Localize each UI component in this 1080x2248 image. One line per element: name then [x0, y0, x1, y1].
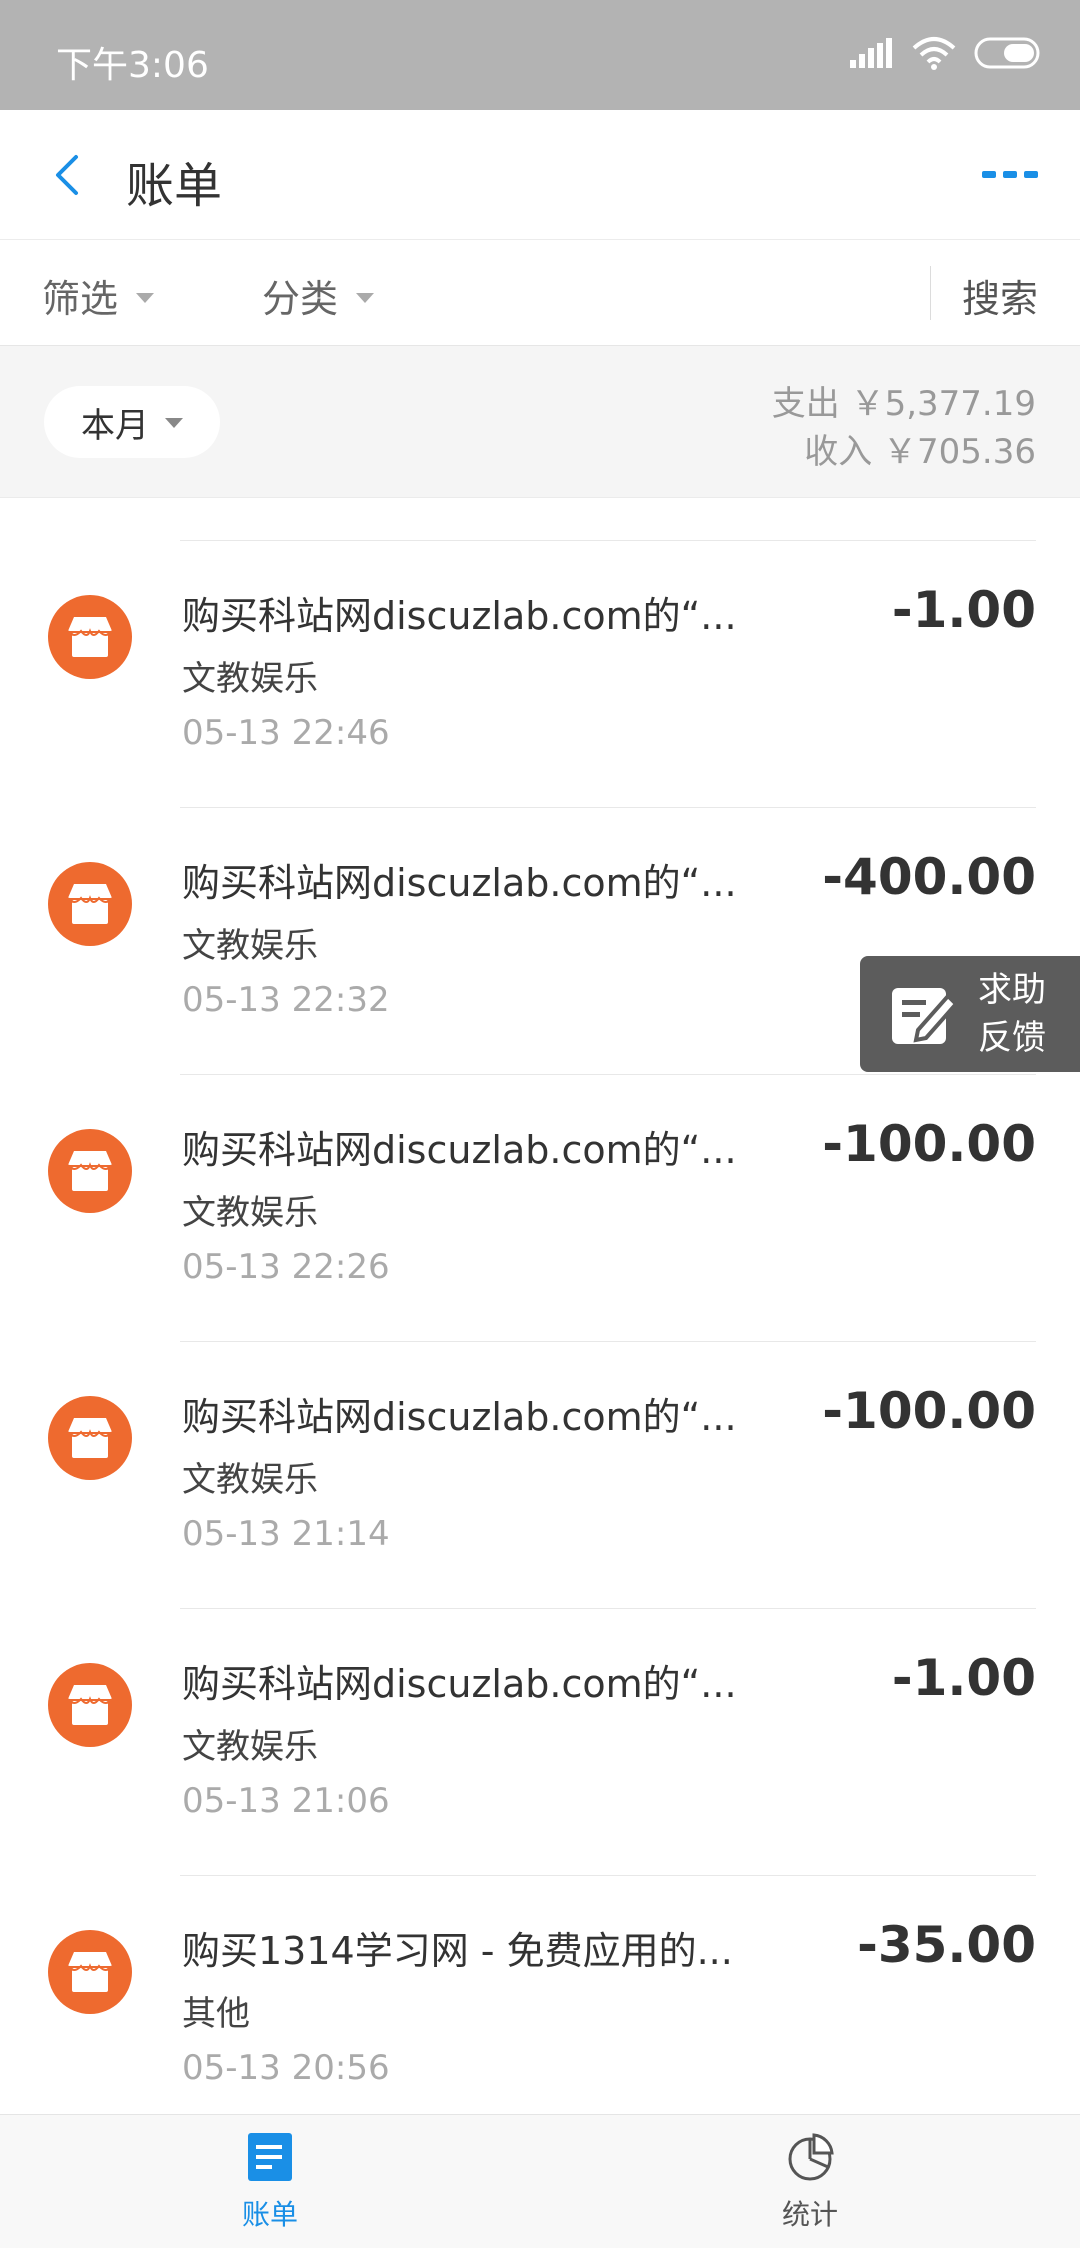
filter-label: 筛选 [42, 277, 119, 321]
help-feedback-label: 求助 反馈 [978, 966, 1046, 1062]
transaction-time: 05-13 22:26 [182, 1247, 390, 1287]
transaction-category: 文教娱乐 [182, 1193, 318, 1233]
status-time: 下午3:06 [56, 45, 209, 86]
month-summary: 本月 支出 ￥5,377.19 收入 ￥705.36 [0, 346, 1080, 498]
transaction-row[interactable]: 购买科站网discuzlab.com的“... -1.00 文教娱乐 05-13… [0, 541, 1080, 808]
transaction-time: 05-13 22:32 [182, 980, 390, 1020]
transaction-category: 文教娱乐 [182, 926, 318, 966]
store-icon [48, 1396, 132, 1480]
transaction-amount: -100.00 [822, 1115, 1036, 1173]
transaction-time: 05-13 21:14 [182, 1514, 390, 1554]
tab-bills-label: 账单 [241, 2198, 298, 2231]
month-selector[interactable]: 本月 [44, 386, 220, 458]
caret-down-icon [165, 418, 183, 428]
pie-chart-icon [788, 2133, 834, 2181]
transaction-amount: -35.00 [857, 1916, 1036, 1974]
back-arrow-icon[interactable] [40, 145, 100, 205]
transaction-name: 购买科站网discuzlab.com的“... [182, 1662, 737, 1706]
income-total: 收入 ￥705.36 [804, 432, 1036, 472]
filter-bar: 筛选 分类 搜索 [0, 240, 1080, 346]
more-icon[interactable] [980, 165, 1040, 185]
tab-stats[interactable]: 统计 [740, 2131, 880, 2233]
status-icons [850, 36, 1044, 70]
transaction-time: 05-13 22:46 [182, 713, 390, 753]
transaction-amount: -1.00 [891, 1649, 1036, 1707]
transaction-name: 购买科站网discuzlab.com的“... [182, 594, 737, 638]
transaction-category: 文教娱乐 [182, 1460, 318, 1500]
transaction-category: 文教娱乐 [182, 659, 318, 699]
search-button[interactable]: 搜索 [962, 268, 1038, 323]
category-label: 分类 [262, 277, 339, 321]
caret-down-icon [136, 292, 155, 303]
store-icon [48, 595, 132, 679]
transaction-row[interactable]: 购买科站网discuzlab.com的“... -100.00 文教娱乐 05-… [0, 1342, 1080, 1609]
feedback-edit-icon [892, 988, 959, 1044]
transaction-name: 购买科站网discuzlab.com的“... [182, 1395, 737, 1439]
bill-list-icon [248, 2133, 292, 2181]
month-label: 本月 [81, 405, 149, 446]
category-dropdown[interactable]: 分类 [262, 268, 375, 323]
transaction-name: 购买1314学习网 - 免费应用的... [182, 1929, 733, 1973]
tab-stats-label: 统计 [781, 2198, 838, 2231]
transaction-name: 购买科站网discuzlab.com的“... [182, 1128, 737, 1172]
transaction-amount: -400.00 [822, 848, 1036, 906]
transaction-category: 其他 [182, 1994, 250, 2034]
filter-dropdown[interactable]: 筛选 [42, 268, 155, 323]
help-label: 求助 [978, 970, 1046, 1010]
store-icon [48, 1663, 132, 1747]
transaction-row[interactable]: 购买科站网discuzlab.com的“... -100.00 文教娱乐 05-… [0, 1075, 1080, 1342]
transaction-amount: -100.00 [822, 1382, 1036, 1440]
app-header: 账单 [0, 110, 1080, 240]
transaction-time: 05-13 21:06 [182, 1781, 390, 1821]
transaction-amount: -1.00 [891, 581, 1036, 639]
bottom-nav: 账单 统计 [0, 2114, 1080, 2248]
caret-down-icon [356, 292, 375, 303]
transaction-row[interactable]: 购买1314学习网 - 免费应用的... -35.00 其他 05-13 20:… [0, 1876, 1080, 2143]
transaction-name: 购买科站网discuzlab.com的“... [182, 861, 737, 905]
transaction-row[interactable]: 购买科站网discuzlab.com的“... -1.00 文教娱乐 05-13… [0, 1609, 1080, 1876]
battery-icon [974, 37, 1040, 69]
store-icon [48, 1129, 132, 1213]
tab-bills[interactable]: 账单 [200, 2131, 340, 2233]
feedback-label: 反馈 [978, 1018, 1046, 1058]
signal-icon [850, 38, 892, 68]
store-icon [48, 862, 132, 946]
page-title: 账单 [126, 158, 223, 214]
status-bar: 下午3:06 [0, 0, 1080, 110]
wifi-icon [912, 37, 956, 70]
transaction-category: 文教娱乐 [182, 1727, 318, 1767]
help-feedback-button[interactable]: 求助 反馈 [860, 956, 1080, 1072]
transaction-time: 05-13 20:56 [182, 2048, 390, 2088]
expense-total: 支出 ￥5,377.19 [771, 384, 1036, 424]
store-icon [48, 1930, 132, 2014]
divider [930, 266, 931, 320]
